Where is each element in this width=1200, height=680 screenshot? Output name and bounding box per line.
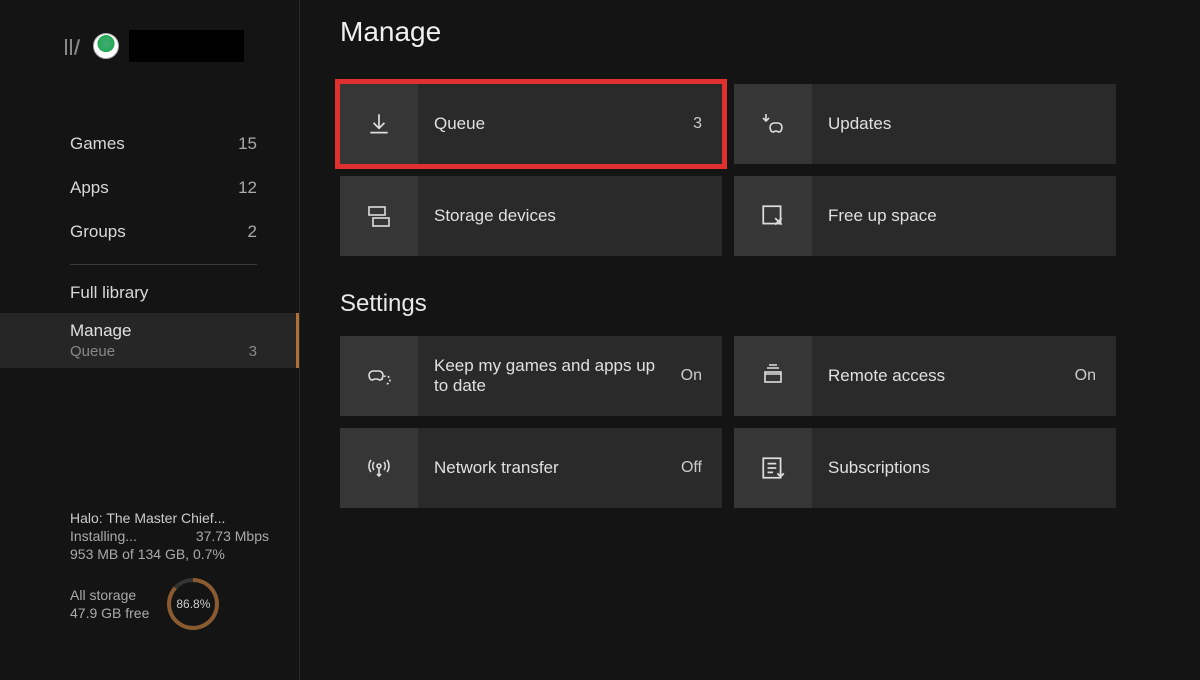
storage-ring: 86.8% xyxy=(167,578,219,630)
tile-label: Remote access xyxy=(812,366,1075,386)
tile-value: On xyxy=(681,367,722,385)
install-speed: 37.73 Mbps xyxy=(196,528,269,544)
sidebar-item-count: 2 xyxy=(248,222,257,242)
tile-storage-devices[interactable]: Storage devices xyxy=(340,176,722,256)
tile-value: 3 xyxy=(693,115,722,133)
sidebar: Games 15 Apps 12 Groups 2 Full library M… xyxy=(0,0,300,680)
storage-percent: 86.8% xyxy=(176,597,210,611)
sidebar-queue-label: Queue xyxy=(70,343,115,360)
tile-label: Storage devices xyxy=(418,206,722,226)
subscriptions-icon xyxy=(734,428,812,508)
tile-label: Free up space xyxy=(812,206,1116,226)
free-space-icon xyxy=(734,176,812,256)
sidebar-queue-sub: Queue 3 xyxy=(70,341,257,360)
profile-row xyxy=(0,0,299,62)
tile-keep-updated[interactable]: Keep my games and apps up to date On xyxy=(340,336,722,416)
settings-tiles: Keep my games and apps up to date On Rem… xyxy=(340,336,1120,508)
sidebar-divider xyxy=(70,264,257,265)
storage-devices-icon xyxy=(340,176,418,256)
tile-value: Off xyxy=(681,459,722,477)
sidebar-item-label: Groups xyxy=(70,222,126,242)
library-icon xyxy=(65,37,83,55)
download-controller-icon xyxy=(734,84,812,164)
download-icon xyxy=(340,84,418,164)
tile-value: On xyxy=(1075,367,1116,385)
tile-label: Subscriptions xyxy=(812,458,1116,478)
sidebar-item-apps[interactable]: Apps 12 xyxy=(0,166,299,210)
main-content: Manage Queue 3 Updates Storage devices xyxy=(340,0,1200,508)
sidebar-item-full-library[interactable]: Full library xyxy=(0,273,299,313)
install-status-block: Halo: The Master Chief... Installing... … xyxy=(70,510,269,630)
sidebar-queue-count: 3 xyxy=(249,343,257,360)
sidebar-manage-label: Manage xyxy=(70,321,257,341)
redacted-gamertag xyxy=(129,30,244,62)
sidebar-item-count: 12 xyxy=(238,178,257,198)
sidebar-item-groups[interactable]: Groups 2 xyxy=(0,210,299,254)
tile-network-transfer[interactable]: Network transfer Off xyxy=(340,428,722,508)
manage-tiles: Queue 3 Updates Storage devices Free up … xyxy=(340,84,1120,256)
controller-refresh-icon xyxy=(340,336,418,416)
storage-free: 47.9 GB free xyxy=(70,604,149,622)
sidebar-item-label: Apps xyxy=(70,178,109,198)
storage-label: All storage xyxy=(70,586,149,604)
storage-text: All storage 47.9 GB free xyxy=(70,586,149,622)
settings-title: Settings xyxy=(340,290,1200,318)
tile-label: Keep my games and apps up to date xyxy=(418,356,681,396)
storage-summary: All storage 47.9 GB free 86.8% xyxy=(70,578,269,630)
tile-label: Network transfer xyxy=(418,458,681,478)
page-title: Manage xyxy=(340,16,1200,48)
sidebar-item-label: Games xyxy=(70,134,125,154)
sidebar-item-games[interactable]: Games 15 xyxy=(0,122,299,166)
tile-queue[interactable]: Queue 3 xyxy=(340,84,722,164)
remote-access-icon xyxy=(734,336,812,416)
install-title: Halo: The Master Chief... xyxy=(70,510,269,526)
sidebar-categories: Games 15 Apps 12 Groups 2 Full library M… xyxy=(0,122,299,368)
tile-label: Queue xyxy=(418,114,693,134)
install-row: Installing... 37.73 Mbps xyxy=(70,528,269,544)
sidebar-item-count: 15 xyxy=(238,134,257,154)
avatar[interactable] xyxy=(93,33,119,59)
tile-label: Updates xyxy=(812,114,1116,134)
install-state: Installing... xyxy=(70,528,137,544)
sidebar-item-manage[interactable]: Manage Queue 3 xyxy=(0,313,299,368)
tile-remote-access[interactable]: Remote access On xyxy=(734,336,1116,416)
tile-updates[interactable]: Updates xyxy=(734,84,1116,164)
tile-subscriptions[interactable]: Subscriptions xyxy=(734,428,1116,508)
install-progress: 953 MB of 134 GB, 0.7% xyxy=(70,546,269,562)
tile-free-up-space[interactable]: Free up space xyxy=(734,176,1116,256)
network-transfer-icon xyxy=(340,428,418,508)
